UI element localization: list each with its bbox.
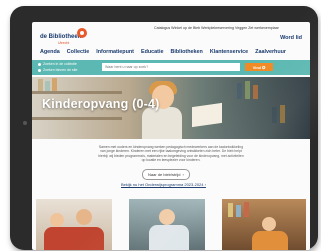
nav-item-klantenservice[interactable]: Klantenservice (210, 49, 248, 59)
nav-item-bibliotheken[interactable]: Bibliotheken (170, 49, 202, 59)
book (52, 78, 57, 91)
logo-subtitle: Utrecht (58, 41, 70, 45)
book (245, 81, 250, 99)
book (253, 85, 258, 99)
nav-item-educatie[interactable]: Educatie (141, 49, 163, 59)
search-button[interactable]: Vind ✪ (245, 63, 273, 71)
book (280, 105, 285, 123)
utility-links[interactable]: Catalogus Winkel op de Bieb Werkplekrese… (154, 26, 279, 30)
photo-tile-1[interactable] (36, 199, 112, 250)
book (38, 79, 43, 91)
logo-icon[interactable] (77, 28, 87, 38)
search-input[interactable] (102, 63, 240, 71)
program-link[interactable]: Bekijk nu het Onderwijsprogramma 2023-20… (121, 182, 206, 187)
radio-icon[interactable] (38, 62, 41, 66)
logo-text[interactable]: de Bibliotheek (40, 34, 81, 40)
book (237, 83, 242, 99)
nav-item-informatiepunt[interactable]: Informatiepunt (96, 49, 134, 59)
shelf (32, 91, 122, 94)
book (45, 81, 50, 91)
hero-banner: Kinderopvang (0-4) (32, 77, 310, 139)
become-member-link[interactable]: Word lid (280, 35, 302, 41)
photo-tile-2[interactable] (129, 199, 205, 250)
child-face (50, 213, 64, 227)
book (272, 107, 277, 123)
book (236, 205, 241, 217)
photo-tile-3[interactable] (222, 199, 306, 250)
cta-label: Naar de bieb!strijd (148, 172, 181, 177)
shelf (32, 117, 122, 120)
radio-label: Zoeken in de collectie (43, 62, 77, 66)
clothing (252, 231, 288, 250)
open-book (192, 102, 222, 128)
search-site-option[interactable]: Zoeken binnen de site (38, 68, 77, 72)
book (228, 203, 233, 217)
browser-screen: de Bibliotheek Utrecht Catalogus Winkel … (32, 22, 310, 250)
child-face (262, 217, 276, 231)
clothing (44, 227, 104, 250)
search-band: Zoeken in de collectie Zoeken binnen de … (32, 60, 310, 75)
chevron-right-icon: › (182, 172, 184, 177)
radio-label: Zoeken binnen de site (43, 68, 78, 72)
nav-item-zaalverhuur[interactable]: Zaalverhuur (255, 49, 286, 59)
camera-dot (23, 121, 27, 125)
nav-item-collectie[interactable]: Collectie (67, 49, 89, 59)
intro-text: Samen met ouders en kinderopvang werken … (98, 145, 244, 162)
search-collection-option[interactable]: Zoeken in de collectie (38, 62, 77, 66)
clothing (149, 225, 189, 250)
nav-item-agenda[interactable]: Agenda (40, 49, 60, 59)
child-face (76, 209, 92, 225)
radio-icon[interactable] (38, 68, 41, 72)
site-header: de Bibliotheek Utrecht Catalogus Winkel … (32, 22, 310, 46)
child-face (159, 209, 175, 225)
child-figure (142, 107, 182, 139)
page-title: Kinderopvang (0-4) (42, 97, 160, 111)
book (244, 202, 249, 217)
main-navigation: Agenda Collectie Informatiepunt Educatie… (32, 49, 310, 59)
tablet-frame: de Bibliotheek Utrecht Catalogus Winkel … (10, 6, 318, 250)
cta-button[interactable]: Naar de bieb!strijd › (142, 169, 190, 180)
